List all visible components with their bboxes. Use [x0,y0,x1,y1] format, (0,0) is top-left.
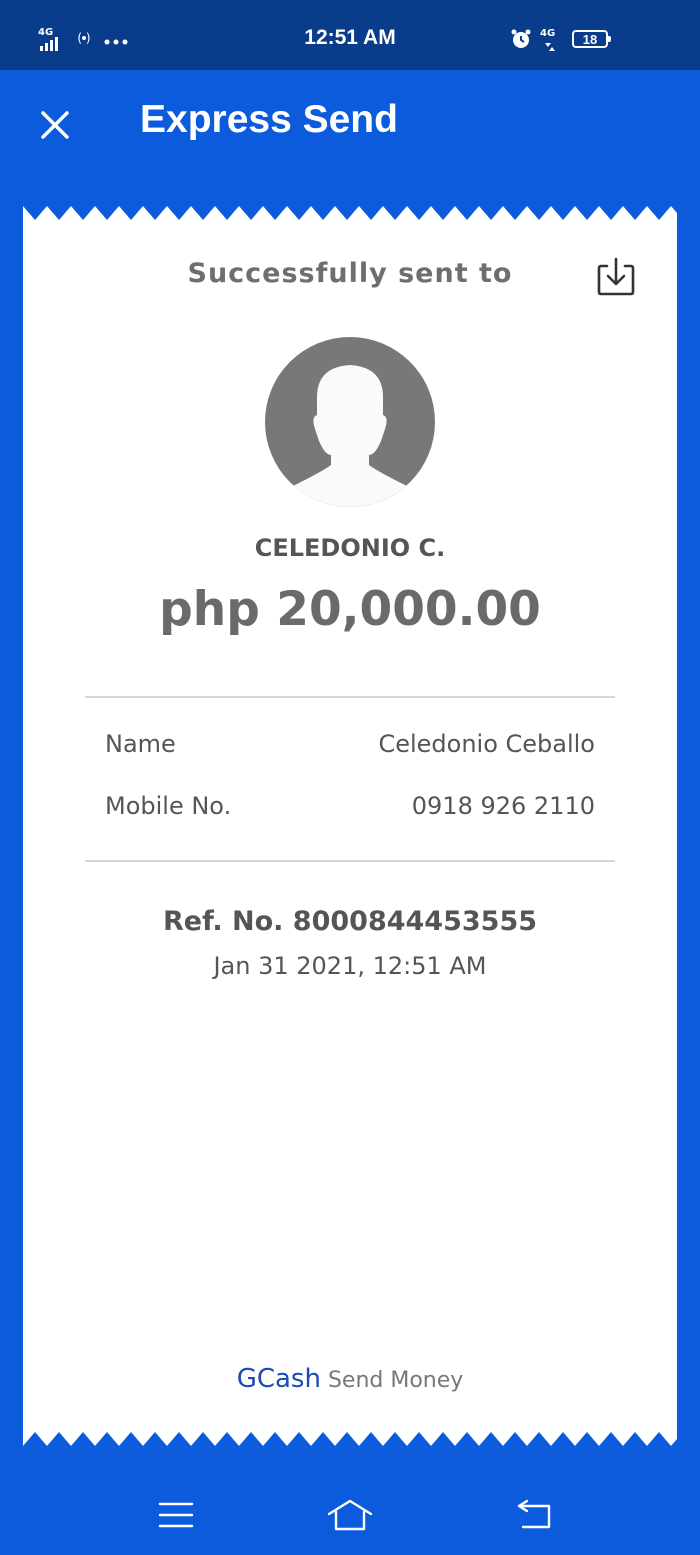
success-heading: Successfully sent to [187,258,513,289]
receipt-footer: GCash Send Money [23,1364,677,1394]
sent-amount: php 20,000.00 [159,582,541,637]
4g-data-icon: 4G [540,29,560,53]
divider-bottom [85,860,615,862]
transaction-datetime: Jan 31 2021, 12:51 AM [213,952,487,980]
page-title: Express Send [140,98,398,141]
receipt-bottom-edge [23,1432,677,1446]
app-bar: Express Send [0,70,700,180]
system-nav-bar [0,1470,700,1555]
mobile-label: Mobile No. [105,792,232,820]
close-button[interactable] [30,100,80,150]
receipt-body: Successfully sent to CELEDONIO C. php 20… [23,220,677,1432]
download-icon [597,257,635,296]
alarm-icon [510,28,532,54]
reference-number: Ref. No. 8000844453555 [162,906,538,937]
menu-icon [158,1502,194,1528]
close-icon [41,111,69,139]
download-receipt-button[interactable] [595,256,637,298]
home-icon [327,1499,373,1531]
mobile-value: 0918 926 2110 [411,792,595,820]
recipient-short-name: CELEDONIO C. [254,534,446,562]
home-button[interactable] [320,1490,380,1540]
battery-level: 18 [582,31,598,47]
footer-text: Send Money [327,1368,464,1393]
name-label: Name [105,730,176,758]
back-button[interactable] [504,1490,564,1540]
receipt-top-edge [23,206,677,220]
battery-indicator: 18 [572,30,611,48]
back-icon [517,1499,551,1529]
user-avatar-icon [265,365,435,507]
name-value: Celedonio Ceballo [378,730,595,758]
gcash-brand: GCash [236,1364,321,1394]
status-bar: 4G (·) 12:51 AM [0,0,700,70]
receipt-card: Successfully sent to CELEDONIO C. php 20… [23,200,677,1452]
menu-button[interactable] [146,1490,206,1540]
divider-top [85,696,615,698]
status-right-icons: 4G [510,28,560,54]
recipient-avatar [265,337,435,507]
